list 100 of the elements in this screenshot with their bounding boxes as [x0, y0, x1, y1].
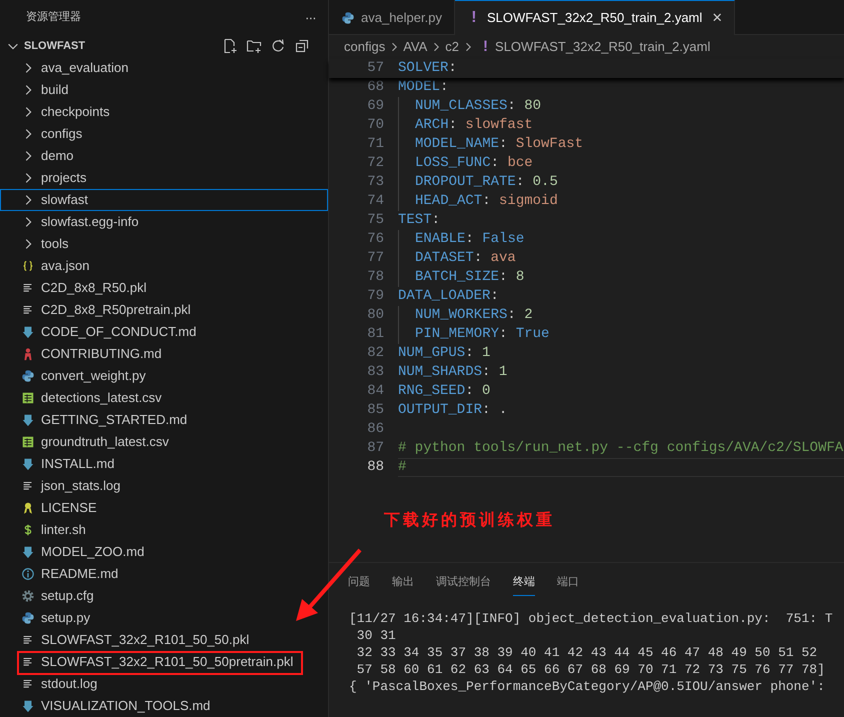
- file-tree-item[interactable]: LICENSE: [0, 497, 328, 519]
- code-line: RNG_SEED: 0: [398, 382, 490, 401]
- annotation-note: 下载好的预训练权重: [384, 508, 555, 530]
- code-line: #: [398, 458, 406, 477]
- file-tree-item[interactable]: checkpoints: [0, 101, 328, 123]
- down-arrow-icon: [21, 413, 35, 427]
- code-line: DROPOUT_RATE: 0.5: [415, 173, 558, 192]
- line-number: 81: [366, 325, 384, 344]
- line-number: 73: [366, 173, 384, 192]
- code-line: DATASET: ava: [415, 249, 516, 268]
- terminal-line: [11/27 16:34:47][INFO] object_detection_evaluation.py: 751: T: [349, 610, 834, 627]
- file-tree-item[interactable]: SLOWFAST_32x2_R101_50_50pretrain.pkl: [0, 651, 328, 673]
- line-number: 77: [366, 249, 384, 268]
- file-tree-item[interactable]: ava.json: [0, 255, 328, 277]
- line-number: 78: [366, 268, 384, 287]
- grid-icon: [21, 391, 35, 405]
- new-file-icon[interactable]: [222, 38, 238, 54]
- line-number: 68: [366, 78, 384, 97]
- line-number: 80: [366, 306, 384, 325]
- breadcrumb-item[interactable]: configs: [344, 37, 386, 57]
- file-tree-item[interactable]: stdout.log: [0, 673, 328, 695]
- code-line: OUTPUT_DIR: .: [398, 401, 508, 420]
- yaml-icon: !: [483, 36, 488, 58]
- breadcrumb-item[interactable]: c2: [445, 37, 460, 57]
- file-tree-item[interactable]: convert_weight.py: [0, 365, 328, 387]
- panel-tab[interactable]: 终端: [513, 570, 535, 596]
- file-tree-item[interactable]: groundtruth_latest.csv: [0, 431, 328, 453]
- file-tree-item[interactable]: CODE_OF_CONDUCT.md: [0, 321, 328, 343]
- line-number: 82: [366, 344, 384, 363]
- code-line: NUM_WORKERS: 2: [415, 306, 533, 325]
- python-icon: [21, 611, 35, 625]
- down-arrow-icon: [21, 457, 35, 471]
- close-tab-button[interactable]: ×: [712, 5, 722, 31]
- file-tree-item[interactable]: demo: [0, 145, 328, 167]
- file-tree-item[interactable]: configs: [0, 123, 328, 145]
- file-tree-item[interactable]: build: [0, 79, 328, 101]
- file-tree-item[interactable]: tools: [0, 233, 328, 255]
- new-folder-icon[interactable]: [246, 38, 262, 54]
- panel-tab[interactable]: 端口: [557, 570, 579, 596]
- line-number: 86: [366, 420, 384, 439]
- file-tree-item[interactable]: setup.cfg: [0, 585, 328, 607]
- code-line: NUM_GPUS: 1: [398, 344, 490, 363]
- terminal-line: { 'PascalBoxes_PerformanceByCategory/AP@0.5IOU/answer phone':: [349, 678, 826, 695]
- code-line: ENABLE: False: [415, 230, 524, 249]
- folder-heading[interactable]: SLOWFAST: [24, 38, 214, 54]
- terminal-line: 57 58 60 61 62 63 64 65 66 67 68 69 70 71 72 73 75 76 77 78]: [356, 661, 826, 678]
- file-tree-item[interactable]: MODEL_ZOO.md: [0, 541, 328, 563]
- code-line: MODEL:: [398, 78, 448, 97]
- file-tree-item[interactable]: C2D_8x8_R50pretrain.pkl: [0, 299, 328, 321]
- code-line: NUM_SHARDS: 1: [398, 363, 508, 382]
- line-number: 79: [366, 287, 384, 306]
- collapse-all-icon[interactable]: [294, 38, 310, 54]
- file-tree-item[interactable]: INSTALL.md: [0, 453, 328, 475]
- file-tree-item[interactable]: slowfast: [0, 189, 328, 211]
- grid-icon: [21, 435, 35, 449]
- line-number: 74: [366, 192, 384, 211]
- panel-tab[interactable]: 调试控制台: [436, 570, 491, 596]
- file-tree-item[interactable]: json_stats.log: [0, 475, 328, 497]
- file-tree-item[interactable]: ava_evaluation: [0, 57, 328, 79]
- breadcrumb-item[interactable]: AVA: [403, 37, 428, 57]
- terminal-line: 32 33 34 35 37 38 39 40 41 42 43 44 45 46 47 48 49 50 51 52: [356, 644, 818, 661]
- file-tree-item[interactable]: linter.sh: [0, 519, 328, 541]
- file-tree-item[interactable]: SLOWFAST_32x2_R101_50_50.pkl: [0, 629, 328, 651]
- file-tree-item[interactable]: VISUALIZATION_TOOLS.md: [0, 695, 328, 717]
- line-number: 85: [366, 401, 384, 420]
- code-line: SOLVER:: [398, 59, 457, 78]
- terminal-line: 30 31: [356, 627, 397, 644]
- line-number: 71: [366, 135, 384, 154]
- line-number: 76: [366, 230, 384, 249]
- file-tree-item[interactable]: C2D_8x8_R50.pkl: [0, 277, 328, 299]
- down-arrow-icon: [21, 545, 35, 559]
- code-line: NUM_CLASSES: 80: [415, 97, 542, 116]
- file-tree-item[interactable]: projects: [0, 167, 328, 189]
- more-actions-button[interactable]: ···: [304, 8, 316, 28]
- python-icon: [21, 369, 35, 383]
- line-number: 84: [366, 382, 384, 401]
- editor-tab[interactable]: ! SLOWFAST_32x2_R50_train_2.yaml ×: [454, 0, 736, 35]
- file-tree-item[interactable]: GETTING_STARTED.md: [0, 409, 328, 431]
- line-number: 83: [366, 363, 384, 382]
- code-line: TEST:: [398, 211, 440, 230]
- panel-tab[interactable]: 输出: [392, 570, 414, 596]
- code-line: # python tools/run_net.py --cfg configs/AVA/c2/SLOWFA: [398, 439, 844, 458]
- ribbon-icon: [21, 501, 35, 515]
- code-line: HEAD_ACT: sigmoid: [415, 192, 558, 211]
- code-line: MODEL_NAME: SlowFast: [415, 135, 584, 154]
- panel-tab[interactable]: 问题: [348, 570, 370, 596]
- line-number: 69: [366, 97, 384, 116]
- down-arrow-icon: [21, 699, 35, 713]
- file-tree-item[interactable]: README.md: [0, 563, 328, 585]
- code-line: PIN_MEMORY: True: [415, 325, 550, 344]
- line-number: 57: [366, 59, 384, 78]
- file-tree-item[interactable]: CONTRIBUTING.md: [0, 343, 328, 365]
- file-tree-item[interactable]: detections_latest.csv: [0, 387, 328, 409]
- breadcrumb-item[interactable]: SLOWFAST_32x2_R50_train_2.yaml: [495, 37, 710, 57]
- code-line: BATCH_SIZE: 8: [415, 268, 524, 287]
- file-tree-item[interactable]: slowfast.egg-info: [0, 211, 328, 233]
- line-number: 75: [366, 211, 384, 230]
- line-number: 72: [366, 154, 384, 173]
- refresh-icon[interactable]: [270, 38, 286, 54]
- file-tree-item[interactable]: setup.py: [0, 607, 328, 629]
